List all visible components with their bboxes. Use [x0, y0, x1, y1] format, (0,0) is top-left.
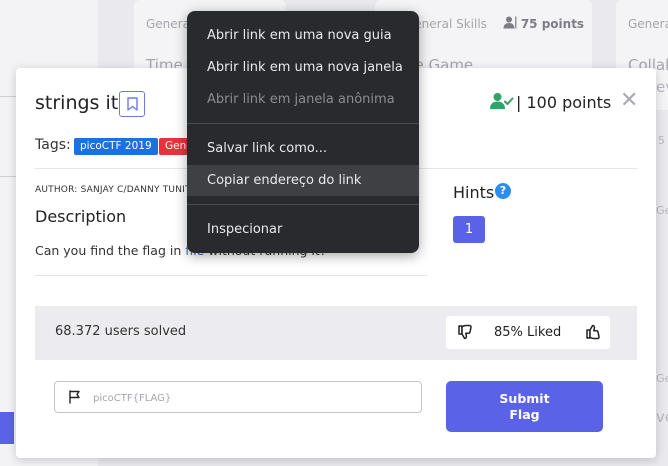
- bookmark-button[interactable]: [119, 91, 145, 117]
- context-menu: Abrir link em uma nova guia Abrir link e…: [187, 11, 419, 253]
- menu-save-link-as[interactable]: Salvar link como...: [187, 133, 419, 164]
- tag-picoctf-2019[interactable]: picoCTF 2019: [74, 138, 158, 155]
- background-text: 5 s: [658, 134, 668, 147]
- submit-flag-button[interactable]: Submit Flag: [446, 381, 603, 432]
- menu-open-new-tab[interactable]: Abrir link em uma nova guia: [187, 20, 419, 51]
- challenge-points: | 100 points: [516, 93, 612, 112]
- user-check-icon: [490, 93, 514, 109]
- thumbs-up-icon[interactable]: [585, 324, 601, 340]
- thumbs-down-icon[interactable]: [457, 324, 473, 340]
- card-category: Genera: [628, 17, 668, 31]
- hints-heading: Hints: [453, 183, 495, 202]
- card-points: 75 points: [503, 16, 584, 31]
- menu-open-incognito: Abrir link em janela anônima: [207, 92, 395, 107]
- rating-box: 85% Liked: [446, 316, 610, 349]
- menu-open-new-window[interactable]: Abrir link em uma nova janela: [187, 52, 419, 83]
- description-text-start: Can you find the flag in: [35, 243, 186, 258]
- close-icon[interactable]: ✕: [620, 90, 638, 112]
- user-icon: [503, 16, 517, 29]
- description-heading: Description: [35, 207, 127, 226]
- menu-separator: [187, 204, 419, 205]
- submit-label-line1: Submit: [499, 390, 550, 406]
- flag-icon: [69, 390, 80, 404]
- stats-bar: 68.372 users solved 85% Liked: [35, 306, 637, 360]
- menu-inspect[interactable]: Inspecionar: [187, 214, 419, 245]
- tags-label: Tags:: [35, 137, 71, 153]
- challenge-title: strings it: [35, 92, 119, 114]
- divider: [35, 275, 428, 276]
- card-points-value: 75 points: [520, 17, 585, 31]
- liked-percentage: 85% Liked: [494, 325, 562, 340]
- help-icon[interactable]: ?: [495, 183, 511, 199]
- hint-button-1[interactable]: 1: [453, 216, 485, 243]
- background-text: ve: [656, 408, 668, 426]
- menu-copy-link-address[interactable]: Copiar endereço do link: [187, 165, 419, 196]
- background-text: evel: [656, 78, 668, 96]
- sidebar-active-marker: [0, 412, 14, 444]
- flag-input[interactable]: [93, 388, 413, 408]
- card-category: Genera: [146, 17, 190, 31]
- submit-label-line2: Flag: [509, 406, 540, 422]
- flag-input-wrapper: [54, 381, 422, 413]
- bookmark-icon: [126, 97, 138, 111]
- solved-count: 68.372 users solved: [55, 324, 187, 339]
- background-text: Genera: [656, 372, 668, 385]
- background-text: Genera: [656, 204, 668, 217]
- author: AUTHOR: SANJAY C/DANNY TUNITIS: [35, 185, 200, 195]
- menu-separator: [187, 123, 419, 124]
